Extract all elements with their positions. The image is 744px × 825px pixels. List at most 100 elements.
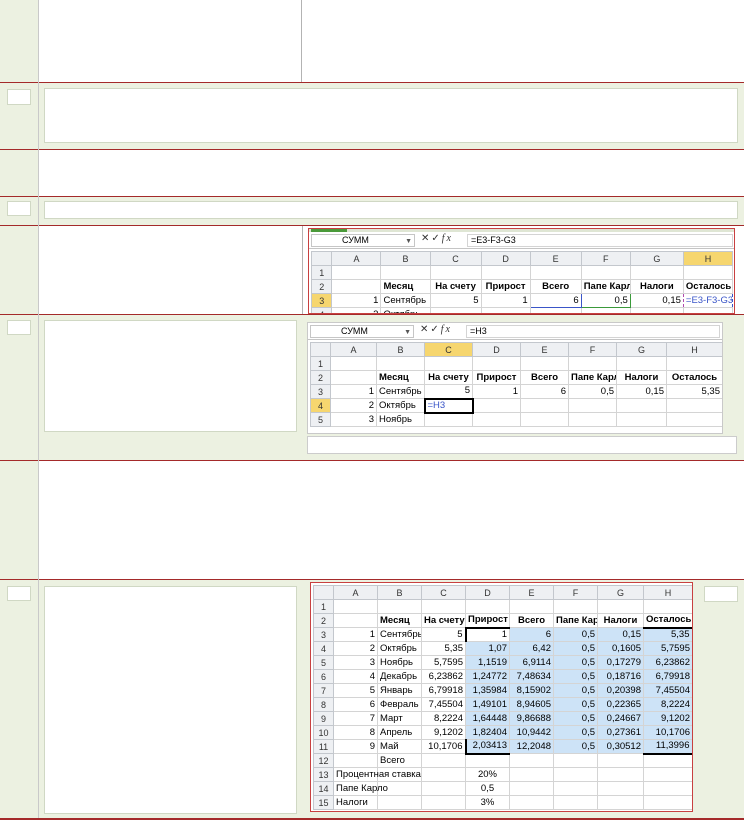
worksheet-grid[interactable]: A B C D E F G H 1 2 Месяц На счету Прирост Всего Папе …: [313, 585, 692, 810]
cell[interactable]: 10,1706: [421, 739, 466, 754]
cell[interactable]: [568, 356, 617, 371]
cell[interactable]: 1: [480, 293, 531, 308]
cell[interactable]: Всего: [377, 753, 422, 768]
row-header[interactable]: 7: [313, 683, 334, 698]
row-header[interactable]: 11: [313, 739, 334, 754]
cell[interactable]: 1: [330, 384, 377, 399]
cell[interactable]: 0,22365: [597, 697, 644, 712]
name-box[interactable]: СУММ ▼: [310, 325, 414, 338]
column-header-g[interactable]: G: [616, 342, 667, 357]
cell[interactable]: [429, 265, 482, 280]
column-header-c[interactable]: C: [421, 585, 466, 600]
cell[interactable]: [568, 398, 617, 413]
cell[interactable]: [333, 599, 378, 614]
cell[interactable]: 1: [464, 626, 510, 642]
cell[interactable]: Март: [377, 711, 422, 726]
column-header-a[interactable]: A: [330, 342, 377, 357]
column-header-c[interactable]: C: [429, 251, 482, 266]
column-header-h[interactable]: H: [643, 585, 692, 600]
row-header[interactable]: 6: [313, 669, 334, 684]
cell[interactable]: На счету: [429, 279, 482, 294]
cell[interactable]: 6,79918: [421, 683, 466, 698]
column-header-e[interactable]: E: [529, 251, 582, 266]
cell[interactable]: 3%: [465, 795, 510, 810]
cell[interactable]: Месяц: [380, 279, 431, 294]
cell[interactable]: 5,7595: [421, 655, 466, 670]
cell[interactable]: 9,1202: [643, 711, 692, 726]
select-all-corner[interactable]: [313, 585, 334, 600]
cell[interactable]: Октябрь: [376, 398, 425, 413]
row-header[interactable]: 3: [313, 627, 334, 642]
row-header[interactable]: 8: [313, 697, 334, 712]
cell[interactable]: 6,23862: [643, 655, 692, 670]
cell[interactable]: 0,5: [553, 655, 598, 670]
cell[interactable]: 0,30512: [597, 739, 644, 754]
cell[interactable]: 0,5: [553, 697, 598, 712]
cell[interactable]: 4: [333, 669, 378, 684]
row-header[interactable]: 13: [313, 767, 334, 782]
cell[interactable]: 20%: [465, 767, 510, 782]
cell[interactable]: На счету: [421, 613, 466, 628]
cell[interactable]: [509, 599, 554, 614]
cell[interactable]: Всего: [509, 613, 554, 628]
cell[interactable]: 6,9114: [509, 655, 554, 670]
cell[interactable]: 2: [330, 398, 377, 413]
row-header[interactable]: 3: [310, 293, 333, 308]
row-header[interactable]: 4: [310, 398, 331, 413]
cell[interactable]: [643, 795, 692, 810]
column-header-h[interactable]: H: [682, 251, 734, 266]
column-header-d[interactable]: D: [472, 342, 521, 357]
cell[interactable]: Прирост: [480, 279, 531, 294]
cell[interactable]: [666, 412, 722, 427]
cell[interactable]: [580, 265, 631, 280]
cell[interactable]: 0,5: [553, 627, 598, 642]
row-header[interactable]: 4: [310, 307, 333, 313]
cell[interactable]: Налоги: [597, 613, 644, 628]
row-header[interactable]: 2: [310, 370, 331, 385]
cell[interactable]: 9,86688: [509, 711, 554, 726]
cell[interactable]: 5,35: [643, 626, 692, 642]
cell[interactable]: [330, 370, 377, 385]
cell[interactable]: [330, 356, 377, 371]
cell[interactable]: 0,5: [553, 669, 598, 684]
column-header-g[interactable]: G: [629, 251, 684, 266]
cell[interactable]: Папе Карло: [580, 279, 631, 294]
cell[interactable]: [333, 753, 378, 768]
cell[interactable]: Всего: [520, 370, 569, 385]
cell[interactable]: Процентная ставка: [333, 767, 421, 782]
column-header-d[interactable]: D: [465, 585, 510, 600]
cell[interactable]: 1,24772: [465, 669, 510, 684]
cell[interactable]: Папе Карло: [553, 613, 598, 628]
cell[interactable]: [597, 795, 644, 810]
cell[interactable]: [509, 781, 554, 796]
cell[interactable]: [597, 781, 644, 796]
cell[interactable]: 0,5: [465, 781, 510, 796]
formula-input[interactable]: =H3: [466, 325, 720, 338]
cell[interactable]: Папе Карло: [568, 370, 617, 385]
cell[interactable]: 9: [333, 739, 378, 754]
cell[interactable]: [465, 753, 510, 768]
cell[interactable]: [520, 398, 569, 413]
name-box[interactable]: СУММ ▼: [311, 234, 415, 247]
cell[interactable]: 0,5: [553, 711, 598, 726]
row-header[interactable]: 12: [313, 753, 334, 768]
row-header[interactable]: 4: [313, 641, 334, 656]
cell[interactable]: 8,2224: [643, 697, 692, 712]
cell[interactable]: Прирост: [472, 370, 521, 385]
cell[interactable]: Ноябрь: [376, 412, 425, 427]
cell[interactable]: [331, 265, 382, 280]
cell[interactable]: 8,2224: [421, 711, 466, 726]
cell[interactable]: 9,1202: [421, 725, 466, 740]
cell[interactable]: 5,35: [421, 641, 466, 656]
column-header-g[interactable]: G: [597, 585, 644, 600]
cell[interactable]: 1,35984: [465, 683, 510, 698]
row-header[interactable]: 1: [310, 265, 333, 280]
cell[interactable]: [472, 398, 521, 413]
cell[interactable]: 8,94605: [509, 697, 554, 712]
cell[interactable]: [424, 412, 473, 427]
cell[interactable]: 7,45504: [643, 683, 692, 698]
cell[interactable]: [520, 412, 569, 427]
column-header-d[interactable]: D: [480, 251, 531, 266]
column-header-f[interactable]: F: [580, 251, 631, 266]
cell[interactable]: 0,15: [597, 627, 644, 642]
